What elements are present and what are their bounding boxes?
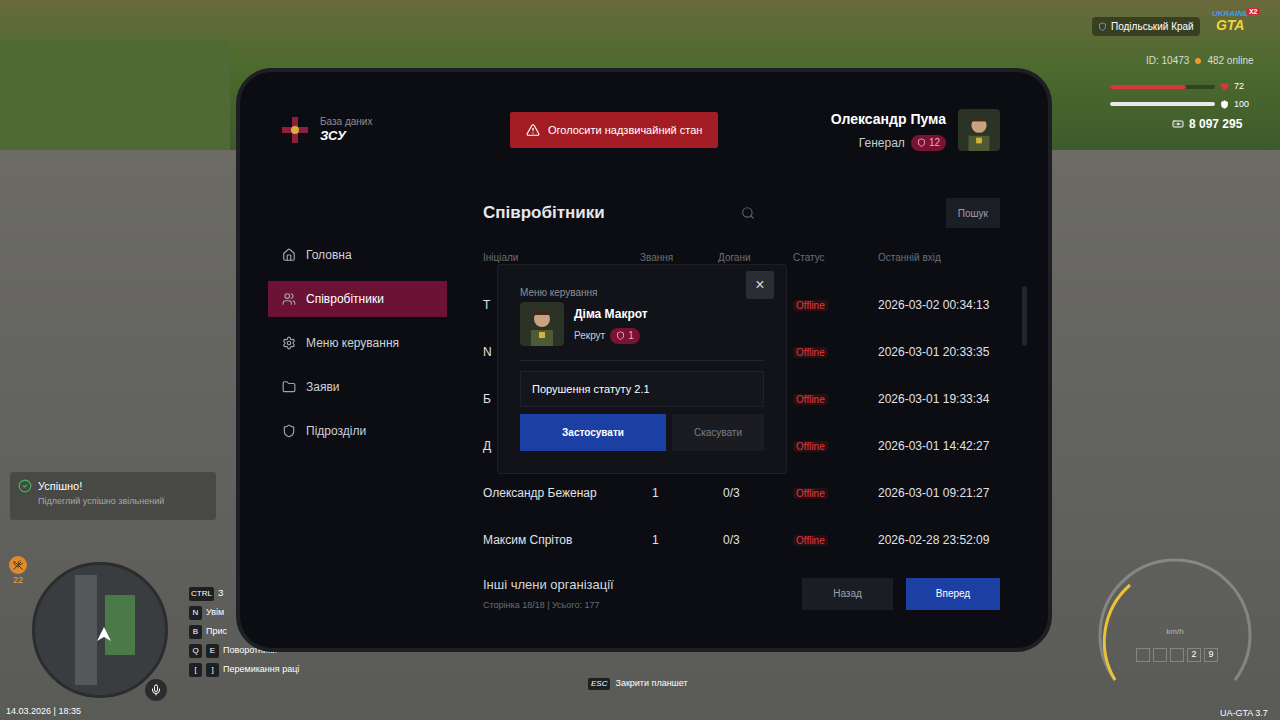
sidebar-item[interactable]: Заяви [268, 369, 447, 405]
search-button[interactable]: Пошук [946, 198, 1000, 228]
status-badge: Offline [793, 535, 828, 546]
key-cap: N [189, 606, 202, 620]
tablet-header: База данихЗСУОголосити надзвичайний стан… [268, 105, 1000, 155]
health-bar: 72 [1110, 80, 1260, 94]
status-badge: Offline [793, 488, 828, 499]
sidebar-icon [282, 424, 296, 438]
mic-icon [150, 684, 162, 696]
gear-box: 9 [1204, 648, 1218, 662]
scrollbar [1022, 286, 1027, 346]
close-hint: ESCЗакрити планшет [588, 677, 688, 691]
page-title: Співробітники [483, 200, 741, 226]
reason-input[interactable] [520, 371, 764, 407]
key-cap: ] [206, 663, 219, 677]
key-cap: Q [189, 644, 202, 658]
status-badge: Offline [793, 347, 828, 358]
user-info: Олександр ПумаГенерал12 [831, 109, 1000, 152]
shield-icon [616, 331, 625, 340]
table: ІніціалиЗванняДоганиСтатусОстанній вхідТ… [483, 244, 1000, 563]
emergency-button[interactable]: Оголосити надзвичайний стан [510, 112, 718, 148]
hunger-indicator: 22 [8, 556, 28, 588]
speedometer: km/h29 [1090, 540, 1260, 710]
zsu-emblem-icon [280, 115, 310, 145]
game-screen: Подільський Край UKRAINEGTAX2 ID: 10473482… [0, 0, 1280, 720]
avatar-icon [520, 302, 564, 346]
toast: Успішно!Підлеглий успішно звільнений [10, 472, 216, 520]
sidebar-icon [282, 380, 296, 394]
sidebar-icon [282, 292, 296, 306]
close-button[interactable]: × [746, 271, 774, 299]
shield-icon [917, 138, 926, 147]
region-label: Подільський Край [1092, 17, 1200, 36]
tablet: База данихЗСУОголосити надзвичайний стан… [236, 68, 1052, 652]
player-arrow-icon [97, 627, 111, 641]
heart-icon [1220, 82, 1229, 91]
minimap [32, 562, 168, 698]
key-cap: E [206, 644, 219, 658]
status-badge: Offline [793, 300, 828, 311]
sidebar-icon [282, 336, 296, 350]
money: 8 097 295 [1110, 115, 1260, 133]
datetime: 14.03.2026 | 18:35 [6, 705, 81, 719]
speedometer-dial-icon [1090, 540, 1260, 710]
cash-icon [1172, 118, 1184, 130]
manage-modal: Меню керування×Діма МакротРекрут1Застосу… [497, 264, 787, 474]
member-card: Діма МакротРекрут1 [520, 302, 764, 361]
search-input[interactable] [763, 204, 938, 222]
region-icon [1098, 22, 1107, 31]
logo-badge: X2 [1246, 8, 1261, 15]
avatar-icon [958, 109, 1000, 151]
sidebar-item[interactable]: Меню керування [268, 325, 447, 361]
key-cap: CTRL [189, 587, 214, 601]
version-label: UA-GTA 3.7 [1220, 707, 1268, 720]
armor-icon [1220, 100, 1229, 109]
table-row[interactable]: Олександр Беженар10/3Offline2026-03-01 0… [483, 469, 1000, 516]
cancel-button[interactable]: Скасувати [672, 414, 764, 451]
next-button[interactable]: Вперед [906, 578, 1000, 610]
voice-indicator [145, 679, 167, 701]
table-footer: Інші члени організаціїСторінка 18/18 | У… [483, 575, 1000, 612]
content: Співробітники Пошук ІніціалиЗванняДоганиСт… [483, 193, 1000, 648]
table-row[interactable]: Максим Спрітов10/3Offline2026-02-28 23:5… [483, 516, 1000, 563]
key-cap: [ [189, 663, 202, 677]
key-cap: B [189, 625, 202, 639]
food-icon [13, 560, 23, 570]
brand: База данихЗСУ [268, 115, 510, 145]
sidebar-item[interactable]: Головна [268, 237, 447, 273]
level-badge: 12 [911, 135, 946, 151]
search-icon [741, 206, 755, 220]
sidebar-icon [282, 248, 296, 262]
status-bars: 72 100 8 097 295 [1110, 80, 1260, 133]
prev-button[interactable]: Назад [802, 578, 893, 610]
server-logo: UKRAINEGTAX2 [1212, 10, 1248, 32]
level-badge: 1 [610, 328, 640, 344]
armor-bar: 100 [1110, 98, 1260, 112]
status-badge: Offline [793, 394, 828, 405]
keybind-row: []Перемикання раці [189, 663, 299, 677]
apply-button[interactable]: Застосувати [520, 414, 666, 451]
gear-box: 2 [1187, 648, 1201, 662]
status-badge: Offline [793, 441, 828, 452]
sidebar: Головна Співробітники Меню керування Заяви П… [268, 193, 447, 648]
sidebar-item[interactable]: Підрозділи [268, 413, 447, 449]
online-info: ID: 10473482 online [1146, 53, 1254, 68]
check-icon [18, 479, 32, 493]
warning-icon [526, 123, 540, 137]
sidebar-item[interactable]: Співробітники [268, 281, 447, 317]
key-cap: ESC [588, 678, 610, 690]
